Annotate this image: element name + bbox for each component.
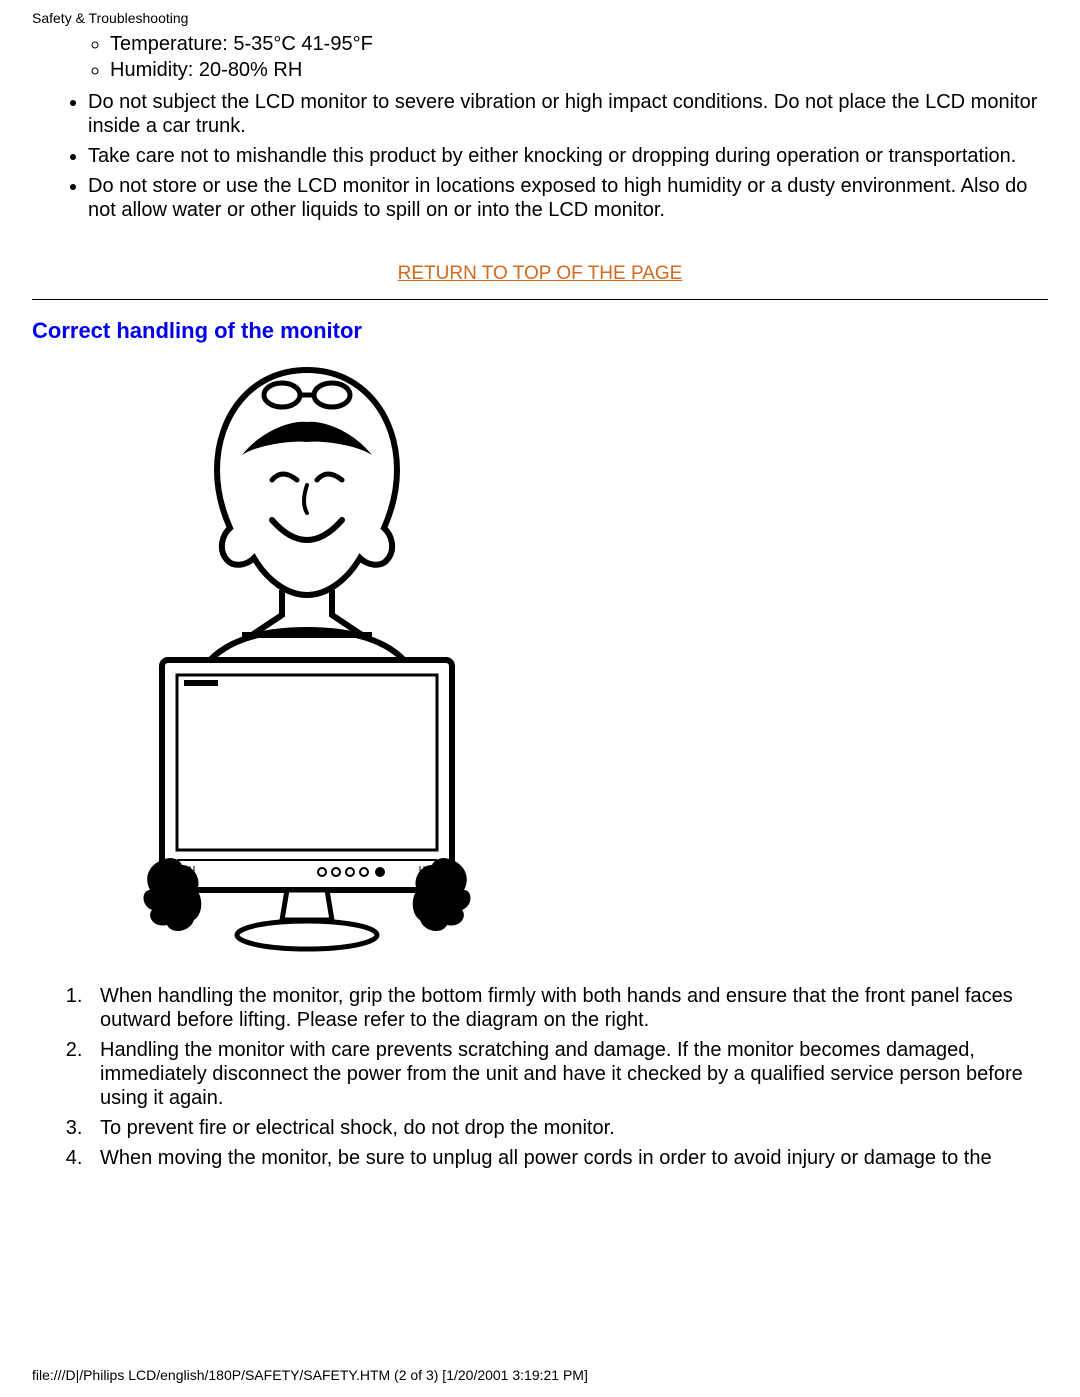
safety-bullet-item: Do not store or use the LCD monitor in l… xyxy=(88,174,1048,222)
environment-spec-list: Temperature: 5-35°C 41-95°F Humidity: 20… xyxy=(32,32,1048,82)
handling-step-item: When handling the monitor, grip the bott… xyxy=(88,984,1048,1032)
handling-illustration xyxy=(32,360,1048,960)
safety-bullet-item: Do not subject the LCD monitor to severe… xyxy=(88,90,1048,138)
handling-step-item: To prevent fire or electrical shock, do … xyxy=(88,1116,1048,1140)
handling-steps-list: When handling the monitor, grip the bott… xyxy=(32,984,1048,1170)
return-to-top-container: RETURN TO TOP OF THE PAGE xyxy=(32,262,1048,285)
section-title: Correct handling of the monitor xyxy=(32,318,1048,344)
person-holding-monitor-icon xyxy=(122,360,492,960)
page-header-title: Safety & Troubleshooting xyxy=(32,10,1048,26)
safety-bullet-item: Take care not to mishandle this product … xyxy=(88,144,1048,168)
safety-bullet-list: Do not subject the LCD monitor to severe… xyxy=(32,90,1048,222)
handling-step-item: When moving the monitor, be sure to unpl… xyxy=(88,1146,1048,1170)
section-divider xyxy=(32,299,1048,300)
page-footer-path: file:///D|/Philips LCD/english/180P/SAFE… xyxy=(32,1367,588,1383)
env-humidity: Humidity: 20-80% RH xyxy=(110,58,1048,82)
handling-step-item: Handling the monitor with care prevents … xyxy=(88,1038,1048,1110)
return-to-top-link[interactable]: RETURN TO TOP OF THE PAGE xyxy=(398,263,683,284)
env-temperature: Temperature: 5-35°C 41-95°F xyxy=(110,32,1048,56)
